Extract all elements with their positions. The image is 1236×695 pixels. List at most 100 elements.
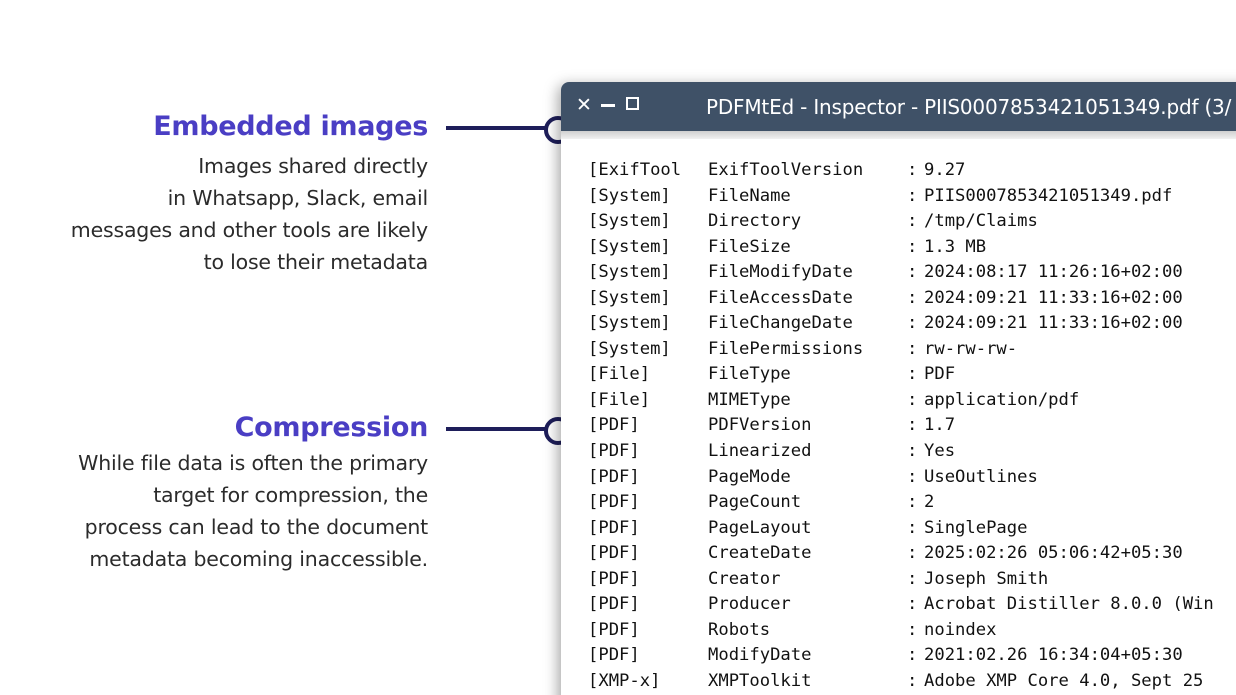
metadata-separator: : xyxy=(907,389,918,410)
metadata-tag: Linearized xyxy=(708,441,812,462)
annotation-description: Images shared directly in Whatsapp, Slac… xyxy=(70,154,428,274)
metadata-group: [PDF] xyxy=(588,543,640,564)
metadata-separator: : xyxy=(907,568,918,589)
metadata-separator: : xyxy=(907,645,918,666)
metadata-tag: FileAccessDate xyxy=(708,287,853,308)
metadata-separator: : xyxy=(907,415,918,436)
metadata-tag: ModifyDate xyxy=(708,645,812,666)
metadata-group: [PDF] xyxy=(588,466,640,487)
metadata-value: Adobe XMP Core 4.0, Sept 25 xyxy=(924,670,1204,691)
metadata-tag: ExifToolVersion xyxy=(708,160,864,180)
stage: Embedded images Images shared directly i… xyxy=(0,0,1236,695)
metadata-group: [ExifTool xyxy=(588,160,682,180)
metadata-value: SinglePage xyxy=(924,517,1028,538)
metadata-tag: PageLayout xyxy=(708,517,812,538)
metadata-separator: : xyxy=(907,466,918,487)
metadata-tag: Robots xyxy=(708,619,771,640)
metadata-value: 9.27 xyxy=(924,160,966,180)
inspector-window: ✕ PDFMtEd - Inspector - PIIS000785342105… xyxy=(561,82,1236,695)
metadata-separator: : xyxy=(907,441,918,462)
metadata-tag: FileName xyxy=(708,185,791,206)
metadata-separator: : xyxy=(907,594,918,615)
metadata-separator: : xyxy=(907,364,918,385)
metadata-tag: CreateDate xyxy=(708,543,812,564)
metadata-group: [System] xyxy=(588,185,671,206)
metadata-group: [PDF] xyxy=(588,645,640,666)
metadata-value: Yes xyxy=(924,441,956,462)
metadata-separator: : xyxy=(907,619,918,640)
metadata-group: [System] xyxy=(588,338,671,359)
metadata-separator: : xyxy=(907,211,918,232)
metadata-separator: : xyxy=(907,287,918,308)
metadata-tag: PageCount xyxy=(708,492,802,513)
metadata-value: /tmp/Claims xyxy=(924,211,1038,232)
annotation-compression: Compression While file data is often the… xyxy=(78,412,428,575)
metadata-group: [System] xyxy=(588,211,671,232)
window-titlebar[interactable]: ✕ PDFMtEd - Inspector - PIIS000785342105… xyxy=(561,82,1236,131)
metadata-separator: : xyxy=(907,517,918,538)
metadata-separator: : xyxy=(907,338,918,359)
connector-line xyxy=(446,427,550,431)
metadata-separator: : xyxy=(907,160,918,180)
metadata-tag: FileSize xyxy=(708,236,791,257)
titlebar-divider xyxy=(561,131,1236,139)
metadata-group: [PDF] xyxy=(588,492,640,513)
metadata-group: [File] xyxy=(588,389,651,410)
annotation-embedded-images: Embedded images Images shared directly i… xyxy=(70,111,429,278)
window-title: PDFMtEd - Inspector - PIIS00078534210513… xyxy=(706,95,1232,119)
metadata-tag: FileType xyxy=(708,364,791,385)
maximize-icon[interactable] xyxy=(626,97,639,110)
metadata-value: 2024:09:21 11:33:16+02:00 xyxy=(924,313,1183,334)
metadata-value: application/pdf xyxy=(924,389,1080,410)
metadata-separator: : xyxy=(907,670,918,691)
metadata-group: [PDF] xyxy=(588,517,640,538)
metadata-value: Joseph Smith xyxy=(924,568,1049,589)
minimize-icon[interactable] xyxy=(601,104,615,107)
metadata-tag: FilePermissions xyxy=(708,338,864,359)
close-icon[interactable]: ✕ xyxy=(575,92,593,118)
metadata-value: rw-rw-rw- xyxy=(924,338,1018,359)
metadata-separator: : xyxy=(907,543,918,564)
metadata-group: [System] xyxy=(588,262,671,283)
metadata-tag: FileModifyDate xyxy=(708,262,853,283)
metadata-tag: FileChangeDate xyxy=(708,313,853,334)
metadata-tag: Creator xyxy=(708,568,781,589)
metadata-value: 1.7 xyxy=(924,415,956,436)
metadata-group: [System] xyxy=(588,287,671,308)
annotation-description: While file data is often the primary tar… xyxy=(78,451,428,571)
metadata-value: Acrobat Distiller 8.0.0 (Win xyxy=(924,594,1214,615)
metadata-group: [File] xyxy=(588,364,651,385)
annotation-title: Compression xyxy=(234,412,429,443)
metadata-separator: : xyxy=(907,313,918,334)
metadata-value: PIIS0007853421051349.pdf xyxy=(924,185,1173,206)
metadata-value: 2025:02:26 05:06:42+05:30 xyxy=(924,543,1183,564)
metadata-value: 2024:09:21 11:33:16+02:00 xyxy=(924,287,1183,308)
metadata-group: [System] xyxy=(588,313,671,334)
metadata-group: [System] xyxy=(588,236,671,257)
metadata-group: [PDF] xyxy=(588,415,640,436)
metadata-value: noindex xyxy=(924,619,997,640)
metadata-tag: PageMode xyxy=(708,466,791,487)
metadata-value: 2024:08:17 11:26:16+02:00 xyxy=(924,262,1183,283)
connector-line xyxy=(446,126,550,130)
metadata-tag: MIMEType xyxy=(708,389,791,410)
metadata-separator: : xyxy=(907,236,918,257)
metadata-value: 1.3 MB xyxy=(924,236,987,257)
metadata-tag: Producer xyxy=(708,594,791,615)
metadata-separator: : xyxy=(907,185,918,206)
metadata-tag: XMPToolkit xyxy=(708,670,812,691)
metadata-separator: : xyxy=(907,492,918,513)
metadata-tag: PDFVersion xyxy=(708,415,812,436)
metadata-group: [PDF] xyxy=(588,594,640,615)
metadata-tag: Directory xyxy=(708,211,802,232)
metadata-value: UseOutlines xyxy=(924,466,1038,487)
metadata-value: PDF xyxy=(924,364,956,385)
metadata-separator: : xyxy=(907,262,918,283)
metadata-group: [PDF] xyxy=(588,441,640,462)
metadata-group: [PDF] xyxy=(588,619,640,640)
metadata-value: 2021:02.26 16:34:04+05:30 xyxy=(924,645,1183,666)
metadata-group: [XMP-x] xyxy=(588,670,661,691)
annotation-title: Embedded images xyxy=(153,111,428,142)
metadata-group: [PDF] xyxy=(588,568,640,589)
metadata-value: 2 xyxy=(924,492,935,513)
